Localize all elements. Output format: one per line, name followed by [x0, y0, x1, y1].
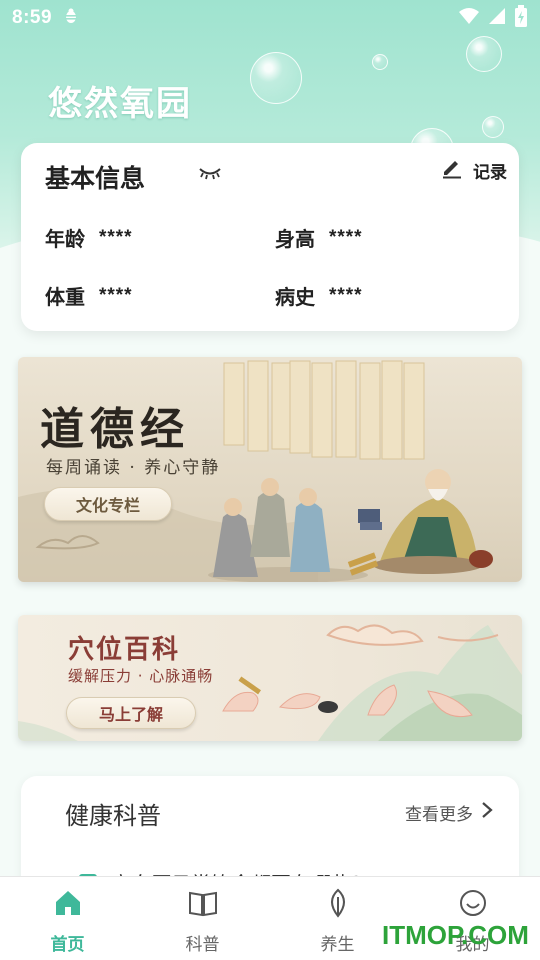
banner-daodejing[interactable]: 道德经 每周诵读 · 养心守静 文化专栏: [18, 357, 522, 582]
book-icon: [187, 887, 219, 924]
field-value: ****: [99, 226, 133, 248]
tab-label: 首页: [50, 935, 85, 955]
signal-icon: [488, 7, 506, 30]
banner-acupoint[interactable]: 穴位百科 缓解压力 · 心脉通畅 马上了解: [18, 615, 522, 741]
status-icons: [458, 4, 528, 32]
status-time: 8:59: [12, 7, 53, 28]
bubble-decoration: [466, 36, 502, 72]
bubble-decoration: [250, 52, 302, 104]
record-label: 记录: [473, 163, 507, 183]
field-label: 年龄: [45, 227, 85, 251]
eye-closed-icon[interactable]: [198, 165, 222, 184]
field-value: ****: [329, 226, 363, 248]
field-history: 病史 ****: [275, 281, 363, 310]
bubble-decoration: [372, 54, 388, 70]
leaf-icon: [322, 887, 354, 924]
app-logo: 悠然氧园: [48, 84, 192, 124]
tab-science[interactable]: 科普: [135, 877, 270, 960]
info-card-title: 基本信息: [45, 164, 146, 193]
field-label: 体重: [45, 285, 85, 309]
banner-subtitle: 缓解压力 · 心脉通畅: [68, 667, 214, 685]
field-height: 身高 ****: [275, 223, 363, 252]
status-bar: 8:59: [0, 0, 540, 36]
field-weight: 体重 ****: [45, 281, 133, 310]
tab-home[interactable]: 首页: [0, 877, 135, 960]
wifi-icon: [458, 7, 480, 30]
edit-icon: [441, 157, 463, 184]
banner-subtitle: 每周诵读 · 养心守静: [46, 458, 221, 478]
record-button[interactable]: 记录: [441, 157, 507, 184]
field-label: 身高: [275, 227, 315, 251]
bug-icon: [62, 7, 80, 30]
basic-info-card: 基本信息 记录 年龄 **** 身高 **** 体重 **** 病史 ****: [21, 143, 519, 331]
field-age: 年龄 ****: [45, 223, 133, 252]
banner-title: 道德经: [40, 404, 190, 455]
bubble-decoration: [482, 116, 504, 138]
health-section-title: 健康科普: [65, 802, 161, 830]
field-value: ****: [99, 284, 133, 306]
tab-label: 科普: [185, 935, 220, 955]
banner-title: 穴位百科: [68, 635, 181, 665]
culture-column-button[interactable]: 文化专栏: [44, 487, 172, 521]
tab-label: 养生: [320, 935, 355, 955]
learn-now-button[interactable]: 马上了解: [66, 697, 196, 729]
view-more-link[interactable]: 查看更多: [405, 800, 493, 825]
field-label: 病史: [275, 285, 315, 309]
field-value: ****: [329, 284, 363, 306]
battery-icon: [514, 4, 528, 32]
smile-icon: [457, 887, 489, 924]
watermark: ITMOP.COM: [382, 920, 529, 950]
view-more-label: 查看更多: [405, 805, 473, 825]
chevron-right-icon: [481, 801, 493, 824]
home-icon: [52, 887, 84, 924]
